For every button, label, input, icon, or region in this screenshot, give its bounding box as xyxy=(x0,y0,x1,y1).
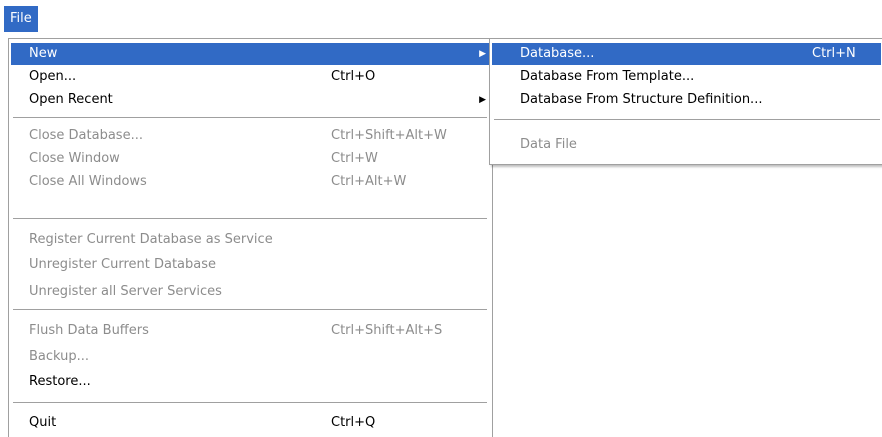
submenu-item-from-template[interactable]: Database From Template... xyxy=(492,66,881,88)
menu-item-shortcut: Ctrl+W xyxy=(331,151,378,166)
menu-item-label: New xyxy=(29,46,58,61)
menu-item-close-window[interactable]: Close Window Ctrl+W xyxy=(11,148,490,170)
menu-separator xyxy=(494,119,880,121)
menu-item-label: Data File xyxy=(520,137,577,152)
menu-separator xyxy=(13,117,487,119)
menu-separator xyxy=(13,218,487,220)
new-submenu: Database... Ctrl+N Database From Templat… xyxy=(489,38,882,165)
menu-item-label: Open... xyxy=(29,69,77,84)
menu-item-label: Flush Data Buffers xyxy=(29,323,149,338)
menu-item-label: Restore... xyxy=(29,374,91,389)
menu-item-shortcut: Ctrl+Alt+W xyxy=(331,174,407,189)
menu-item-label: Backup... xyxy=(29,349,90,364)
menu-separator xyxy=(13,402,487,404)
menu-bar: File xyxy=(0,0,882,32)
submenu-arrow-icon: ▶ xyxy=(479,49,486,59)
menu-separator xyxy=(13,309,487,311)
menu-item-label: Database From Template... xyxy=(520,69,695,84)
menu-item-shortcut: Ctrl+N xyxy=(812,46,856,61)
menu-item-label: Unregister all Server Services xyxy=(29,284,222,299)
menu-item-restore[interactable]: Restore... xyxy=(11,371,490,393)
menu-item-new[interactable]: New ▶ xyxy=(11,43,490,65)
menu-item-label: Database... xyxy=(520,46,595,61)
menu-item-shortcut: Ctrl+Q xyxy=(331,415,376,430)
menu-item-close-database[interactable]: Close Database... Ctrl+Shift+Alt+W xyxy=(11,125,490,147)
submenu-arrow-icon: ▶ xyxy=(479,95,486,105)
file-menu: New ▶ Open... Ctrl+O Open Recent ▶ Close… xyxy=(8,38,493,437)
submenu-item-data-file[interactable]: Data File xyxy=(492,134,881,156)
menu-item-label: Register Current Database as Service xyxy=(29,232,273,247)
menu-item-shortcut: Ctrl+Shift+Alt+W xyxy=(331,128,447,143)
menu-item-register-service[interactable]: Register Current Database as Service xyxy=(11,229,490,251)
menu-item-shortcut: Ctrl+O xyxy=(331,69,376,84)
submenu-item-database[interactable]: Database... Ctrl+N xyxy=(492,43,881,65)
menu-item-quit[interactable]: Quit Ctrl+Q xyxy=(11,412,490,434)
menu-item-unregister-all[interactable]: Unregister all Server Services xyxy=(11,281,490,303)
menu-item-label: Database From Structure Definition... xyxy=(520,92,763,107)
menu-item-shortcut: Ctrl+Shift+Alt+S xyxy=(331,323,443,338)
menu-item-backup[interactable]: Backup... xyxy=(11,346,490,368)
menu-item-unregister-current[interactable]: Unregister Current Database xyxy=(11,254,490,276)
menu-item-flush-buffers[interactable]: Flush Data Buffers Ctrl+Shift+Alt+S xyxy=(11,320,490,342)
menu-item-close-all-windows[interactable]: Close All Windows Ctrl+Alt+W xyxy=(11,171,490,193)
menu-item-label: Close Window xyxy=(29,151,120,166)
menu-item-label: Close All Windows xyxy=(29,174,147,189)
menu-item-open-recent[interactable]: Open Recent ▶ xyxy=(11,89,490,111)
menu-item-label: Open Recent xyxy=(29,92,113,107)
submenu-item-from-structure[interactable]: Database From Structure Definition... xyxy=(492,89,881,111)
menu-item-label: Unregister Current Database xyxy=(29,257,217,272)
file-menu-title[interactable]: File xyxy=(4,6,38,32)
menu-item-label: Quit xyxy=(29,415,57,430)
menu-item-open[interactable]: Open... Ctrl+O xyxy=(11,66,490,88)
menu-item-label: Close Database... xyxy=(29,128,143,143)
